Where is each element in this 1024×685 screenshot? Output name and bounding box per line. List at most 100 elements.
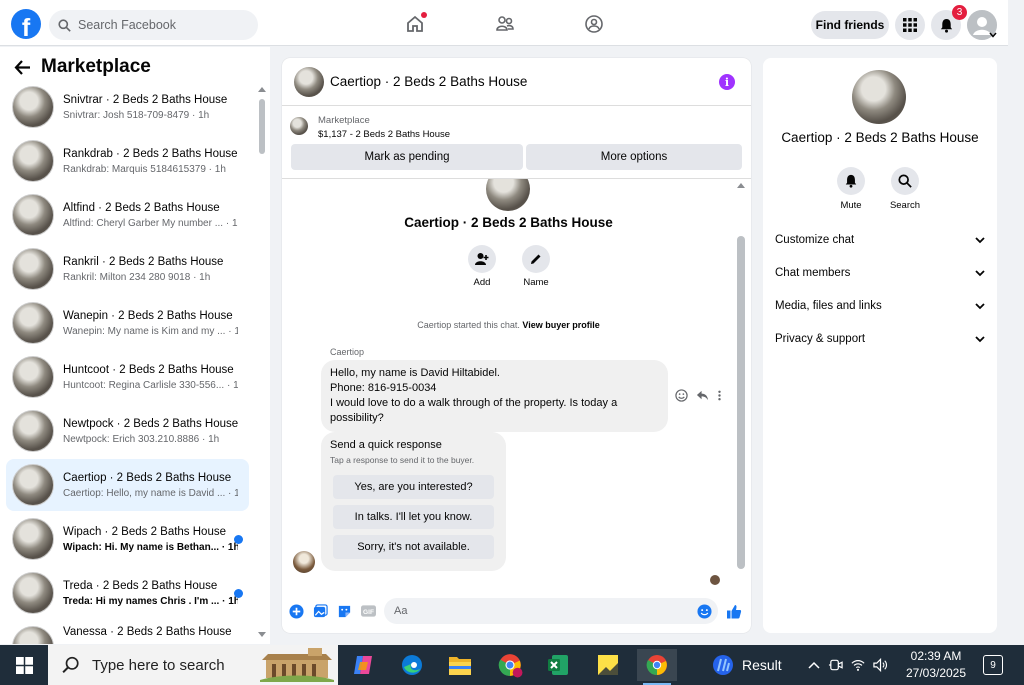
- quick-reply-button[interactable]: Yes, are you interested?: [333, 475, 494, 499]
- more-vertical-icon[interactable]: [717, 389, 722, 402]
- conversation-item[interactable]: Wanepin · 2 Beds 2 Baths House Wanepin: M…: [6, 297, 249, 349]
- excel-taskbar-icon[interactable]: [538, 649, 578, 681]
- conversation-preview: Huntcoot: Regina Carlisle 330-556... · 1…: [63, 379, 238, 391]
- view-buyer-profile-link[interactable]: View buyer profile: [522, 320, 599, 330]
- message-line: Phone: 816-915-0034: [330, 382, 437, 394]
- react-smiley-icon[interactable]: [675, 389, 688, 402]
- bell-icon: [940, 18, 952, 33]
- listing-thumbnail: [12, 86, 54, 128]
- pencil-icon: [522, 245, 550, 273]
- conversation-preview: Snivtrar: Josh 518-709-8479 · 1h: [63, 109, 210, 121]
- sidebar-scroll-thumb[interactable]: [259, 99, 265, 154]
- conversation-item[interactable]: Altfind · 2 Beds 2 Baths House Altfind: C…: [6, 189, 249, 241]
- chevron-down-icon: [975, 302, 985, 309]
- conversation-item-active[interactable]: Caertiop · 2 Beds 2 Baths House Caertiop:…: [6, 459, 249, 511]
- mute-button[interactable]: Mute: [829, 167, 873, 211]
- chat-details-panel: Caertiop · 2 Beds 2 Baths House Mute Sea…: [763, 58, 997, 633]
- top-navigation-bar: f Search Facebook Find friends 3: [0, 0, 1024, 46]
- conversation-title: Altfind · 2 Beds 2 Baths House: [63, 201, 220, 214]
- conversation-title: Treda · 2 Beds 2 Baths House: [63, 579, 218, 592]
- search-conversation-button[interactable]: Search: [883, 167, 927, 211]
- message-line: possibility?: [330, 412, 384, 424]
- scroll-down-arrow-icon[interactable]: [258, 632, 266, 637]
- page-scrollbar[interactable]: [1008, 0, 1024, 646]
- chrome-profile-taskbar-icon[interactable]: [490, 649, 530, 681]
- sticky-notes-taskbar-icon[interactable]: [588, 649, 628, 681]
- media-files-links-section[interactable]: Media, files and links: [775, 296, 985, 316]
- notifications-button[interactable]: 3: [931, 5, 967, 40]
- quick-response-subtitle: Tap a response to send it to the buyer.: [330, 455, 475, 465]
- listing-thumbnail: [12, 464, 54, 506]
- search-facebook-input[interactable]: Search Facebook: [49, 10, 258, 40]
- chevron-up-icon[interactable]: [808, 661, 820, 669]
- scroll-up-arrow-icon[interactable]: [737, 183, 745, 188]
- conversation-title: Rankril · 2 Beds 2 Baths House: [63, 255, 224, 268]
- system-text: Caertiop started this chat.: [417, 320, 520, 330]
- widget-result-label: Result: [742, 657, 782, 673]
- gif-icon[interactable]: GIF: [360, 603, 376, 619]
- sidebar-scrollbar[interactable]: [257, 87, 267, 637]
- back-arrow-icon[interactable]: [14, 59, 31, 75]
- chat-header-avatar[interactable]: [294, 66, 324, 97]
- message-input[interactable]: Aa: [384, 598, 718, 624]
- conversation-item[interactable]: Huntcoot · 2 Beds 2 Baths House Huntcoot:…: [6, 351, 249, 403]
- quick-reply-button[interactable]: Sorry, it's not available.: [333, 535, 494, 559]
- taskbar-search-box[interactable]: Type here to search: [48, 645, 338, 685]
- conversation-item[interactable]: Rankril · 2 Beds 2 Baths House Rankril: M…: [6, 243, 249, 295]
- chevron-down-icon: [989, 32, 997, 38]
- conversation-preview: Altfind: Cheryl Garber My number ... · 1…: [63, 217, 238, 229]
- listing-thumbnail: [12, 572, 54, 614]
- chat-scrollbar[interactable]: [736, 183, 746, 583]
- conversation-item[interactable]: Wipach · 2 Beds 2 Baths House Wipach: Hi.…: [6, 513, 249, 565]
- privacy-support-section[interactable]: Privacy & support: [775, 329, 985, 349]
- add-people-button[interactable]: Add: [462, 245, 502, 288]
- plus-circle-icon[interactable]: [288, 603, 304, 619]
- chrome-taskbar-icon-active[interactable]: [637, 649, 677, 685]
- section-label: Chat members: [775, 267, 851, 279]
- file-explorer-taskbar-icon[interactable]: [440, 649, 480, 681]
- find-friends-button[interactable]: Find friends: [811, 11, 889, 39]
- details-avatar: [852, 70, 906, 124]
- notification-center-button[interactable]: 9: [983, 655, 1003, 675]
- chat-header-title[interactable]: Caertiop · 2 Beds 2 Baths House: [330, 74, 527, 89]
- taskbar-clock[interactable]: 02:39 AM 27/03/2025: [904, 648, 968, 682]
- edge-taskbar-icon[interactable]: [392, 649, 432, 681]
- info-icon[interactable]: i: [719, 74, 735, 90]
- sticker-icon[interactable]: [336, 603, 352, 619]
- windows-start-button[interactable]: [0, 645, 48, 685]
- conversation-item[interactable]: Rankdrab · 2 Beds 2 Baths House Rankdrab:…: [6, 135, 249, 187]
- conversation-item[interactable]: Treda · 2 Beds 2 Baths House Treda: Hi my…: [6, 567, 249, 619]
- groups-icon[interactable]: [583, 13, 605, 35]
- clock-time: 02:39 AM: [910, 649, 962, 663]
- network-icon[interactable]: [851, 658, 865, 672]
- mark-as-pending-button[interactable]: Mark as pending: [291, 144, 523, 170]
- listing-thumbnail: [12, 518, 54, 560]
- volume-icon[interactable]: [873, 658, 888, 672]
- chat-scroll-thumb[interactable]: [737, 236, 745, 569]
- name-label: Name: [523, 277, 549, 288]
- friends-icon[interactable]: [494, 13, 516, 35]
- name-chat-button[interactable]: Name: [516, 245, 556, 288]
- reply-icon[interactable]: [696, 389, 709, 402]
- photo-icon[interactable]: [312, 603, 328, 619]
- conversation-item[interactable]: Vanessa · 2 Beds 2 Baths House: [6, 621, 249, 644]
- chat-members-section[interactable]: Chat members: [775, 263, 985, 283]
- menu-grid-button[interactable]: [895, 10, 925, 40]
- home-icon[interactable]: [404, 12, 427, 35]
- listing-summary[interactable]: Marketplace $1,137 - 2 Beds 2 Baths Hous…: [290, 114, 450, 142]
- emoji-icon[interactable]: [696, 603, 712, 619]
- more-options-button[interactable]: More options: [526, 144, 742, 170]
- conversation-item[interactable]: Snivtrar · 2 Beds 2 Baths House Snivtrar:…: [6, 81, 249, 133]
- scroll-up-arrow-icon[interactable]: [258, 87, 266, 92]
- facebook-logo-icon[interactable]: f: [11, 9, 41, 39]
- incoming-message-bubble[interactable]: Hello, my name is David Hiltabidel. Phon…: [321, 360, 668, 432]
- copilot-taskbar-icon[interactable]: [343, 649, 383, 681]
- thumbs-up-icon[interactable]: [726, 603, 742, 619]
- quick-reply-button[interactable]: In talks. I'll let you know.: [333, 505, 494, 529]
- conversation-item[interactable]: Newtpock · 2 Beds 2 Baths House Newtpock:…: [6, 405, 249, 457]
- customize-chat-section[interactable]: Customize chat: [775, 230, 985, 250]
- section-label: Customize chat: [775, 234, 855, 246]
- add-person-icon: [468, 245, 496, 273]
- meet-now-icon[interactable]: [828, 658, 843, 672]
- news-widget[interactable]: Result: [712, 645, 782, 685]
